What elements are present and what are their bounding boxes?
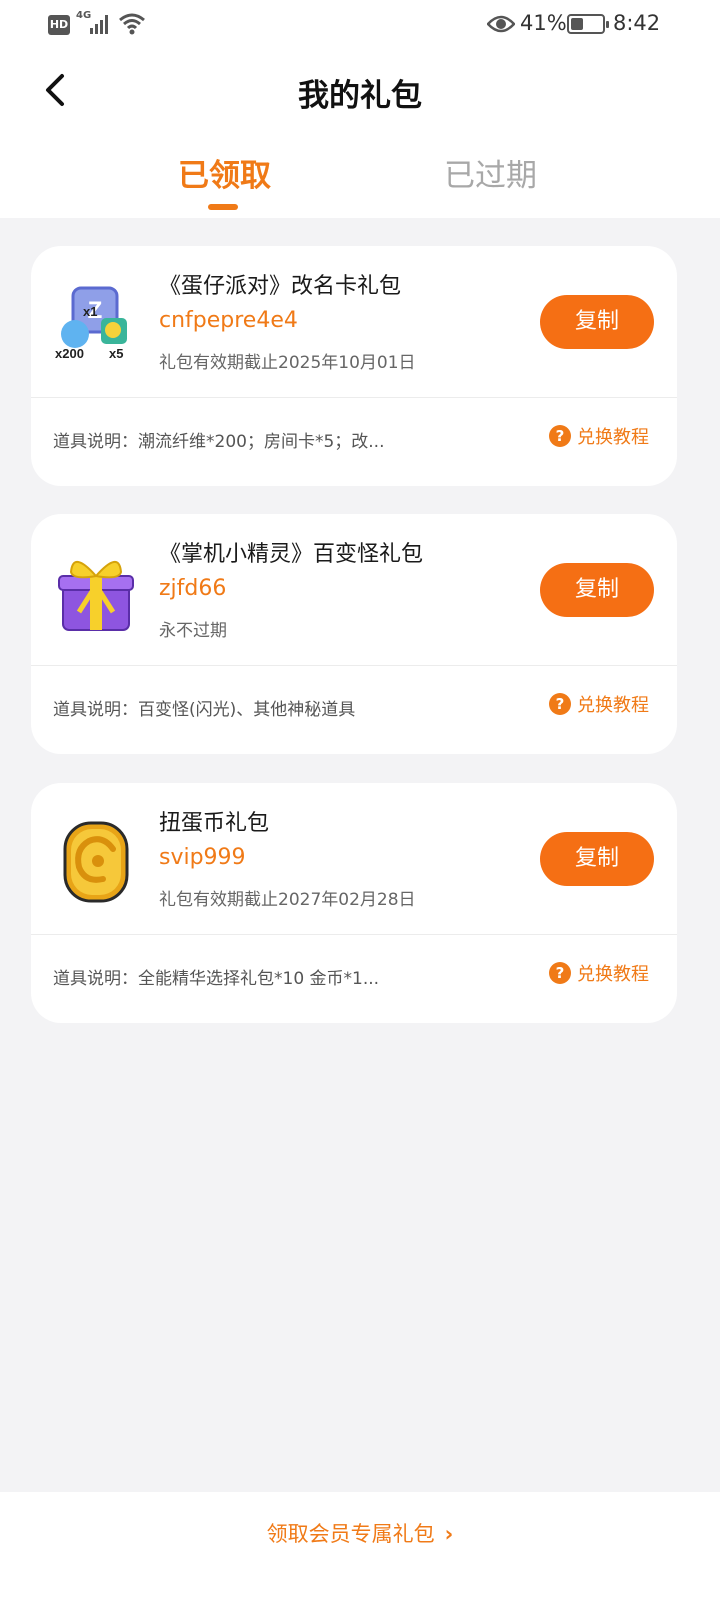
- gift-code: svip999: [159, 845, 246, 870]
- gift-card: 扭蛋币礼包 svip999 礼包有效期截止2027年02月28日 复制 道具说明…: [31, 783, 677, 1023]
- badge-x1: x1: [83, 304, 97, 319]
- redeem-tutorial-link[interactable]: ? 兑换教程: [549, 691, 649, 717]
- gift-description: 道具说明：全能精华选择礼包*10 金币*1...: [53, 969, 380, 989]
- copy-button[interactable]: 复制: [540, 832, 654, 886]
- question-icon: ?: [549, 425, 571, 447]
- gift-expiry: 礼包有效期截止2025年10月01日: [159, 353, 416, 373]
- gift-code: cnfpepre4e4: [159, 308, 298, 333]
- member-gift-label: 领取会员专属礼包: [266, 1522, 435, 1546]
- chevron-right-icon: ›: [444, 1522, 454, 1546]
- divider: [31, 934, 677, 935]
- network-type: 4G: [76, 10, 92, 21]
- page-title: 我的礼包: [298, 78, 422, 114]
- question-icon: ?: [549, 693, 571, 715]
- gift-description: 道具说明：百变怪(闪光)、其他神秘道具: [53, 700, 356, 720]
- divider: [31, 397, 677, 398]
- rename-card-icon: Z x1 x200 x5: [55, 286, 127, 361]
- gift-box-icon: [58, 561, 134, 631]
- tutorial-label: 兑换教程: [577, 695, 649, 716]
- top-panel: HD 4G 41% 8:42 我的礼包 已领取 已过期: [0, 0, 720, 218]
- copy-button[interactable]: 复制: [540, 295, 654, 349]
- hd-indicator: HD: [48, 15, 70, 35]
- gift-code: zjfd66: [159, 576, 227, 601]
- gift-expiry: 永不过期: [159, 621, 227, 641]
- gift-name: 《掌机小精灵》百变怪礼包: [159, 542, 424, 567]
- header: 我的礼包: [0, 60, 720, 120]
- gift-expiry: 礼包有效期截止2027年02月28日: [159, 890, 416, 910]
- gift-card: 《掌机小精灵》百变怪礼包 zjfd66 永不过期 复制 道具说明：百变怪(闪光)…: [31, 514, 677, 754]
- battery-percent: 41%: [520, 11, 567, 35]
- member-gift-link[interactable]: 领取会员专属礼包 ›: [0, 1518, 720, 1548]
- signal-icon: [90, 14, 112, 34]
- redeem-tutorial-link[interactable]: ? 兑换教程: [549, 960, 649, 986]
- badge-x5: x5: [109, 346, 123, 361]
- status-bar: HD 4G 41% 8:42: [0, 0, 720, 50]
- tab-bar: 已领取 已过期: [0, 140, 720, 218]
- divider: [31, 665, 677, 666]
- question-icon: ?: [549, 962, 571, 984]
- tutorial-label: 兑换教程: [577, 427, 649, 448]
- tab-expired[interactable]: 已过期: [444, 150, 537, 195]
- gift-description: 道具说明：潮流纤维*200；房间卡*5；改...: [53, 432, 385, 452]
- eye-icon: [487, 15, 515, 33]
- battery-icon: [567, 14, 609, 34]
- bottom-bar: 领取会员专属礼包 ›: [0, 1492, 720, 1600]
- gift-name: 《蛋仔派对》改名卡礼包: [159, 274, 402, 299]
- redeem-tutorial-link[interactable]: ? 兑换教程: [549, 423, 649, 449]
- badge-x200: x200: [55, 346, 84, 361]
- clock: 8:42: [613, 11, 661, 35]
- tutorial-label: 兑换教程: [577, 964, 649, 985]
- copy-button[interactable]: 复制: [540, 563, 654, 617]
- tab-claimed[interactable]: 已领取: [178, 150, 271, 195]
- gift-card: Z x1 x200 x5 《蛋仔派对》改名卡礼包 cnfpepre4e4 礼包有…: [31, 246, 677, 486]
- gift-name: 扭蛋币礼包: [159, 811, 270, 836]
- gold-coin-icon: [63, 821, 129, 903]
- tab-indicator: [208, 204, 238, 210]
- wifi-icon: [119, 13, 145, 35]
